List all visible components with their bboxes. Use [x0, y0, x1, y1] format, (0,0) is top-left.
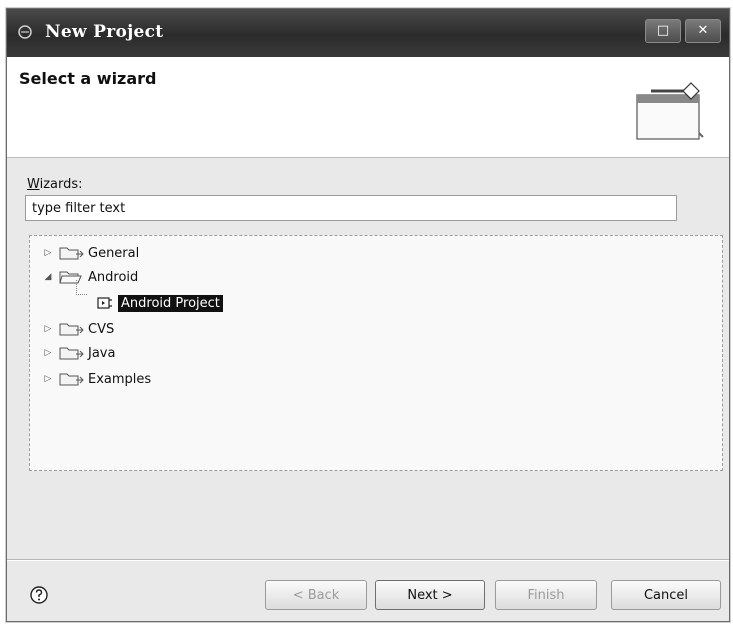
back-button[interactable]: < Back	[265, 580, 367, 610]
wizards-label-rest: izards:	[39, 177, 83, 192]
maximize-button[interactable]: □	[645, 19, 681, 43]
page-title: Select a wizard	[19, 69, 157, 88]
tree-item-cvs[interactable]: ▷ CVS	[42, 318, 115, 340]
folder-icon	[59, 347, 84, 360]
new-project-dialog: New Project □ ✕ Select a wizard Wizards:…	[6, 8, 730, 622]
cancel-button[interactable]: Cancel	[611, 580, 721, 610]
tree-item-label: Android	[88, 269, 139, 285]
expanded-triangle-icon[interactable]: ◢	[42, 271, 54, 283]
folder-icon	[59, 373, 84, 386]
folder-icon	[59, 323, 84, 336]
wizard-tree[interactable]: ▷ General ◢ Android Android Project ▷ CV…	[29, 235, 723, 471]
collapsed-triangle-icon[interactable]: ▷	[42, 247, 54, 259]
tree-item-android[interactable]: ◢ Android	[42, 266, 139, 288]
wizards-label: Wizards:	[27, 177, 83, 192]
next-button-label: Next >	[407, 587, 453, 603]
close-button[interactable]: ✕	[685, 19, 721, 43]
new-wizard-banner-icon	[636, 82, 704, 140]
tree-item-label: Java	[88, 345, 116, 361]
tree-item-android-project[interactable]: Android Project	[96, 292, 223, 314]
wizard-header: Select a wizard	[7, 57, 729, 158]
finish-button[interactable]: Finish	[495, 580, 597, 610]
folder-icon	[59, 247, 84, 260]
back-button-label: < Back	[292, 587, 340, 603]
tree-connector	[76, 280, 87, 295]
wizard-filter-input[interactable]	[25, 195, 677, 221]
next-button[interactable]: Next >	[375, 580, 485, 610]
wizards-label-mnemonic: W	[27, 177, 40, 192]
eclipse-app-icon	[18, 25, 32, 39]
tree-item-java[interactable]: ▷ Java	[42, 342, 116, 364]
footer-separator	[7, 559, 729, 560]
tree-item-label-selected: Android Project	[118, 294, 223, 312]
android-project-icon	[97, 297, 112, 309]
collapsed-triangle-icon[interactable]: ▷	[42, 347, 54, 359]
tree-item-general[interactable]: ▷ General	[42, 242, 140, 264]
cancel-button-label: Cancel	[643, 587, 689, 603]
finish-button-label: Finish	[527, 587, 565, 603]
collapsed-triangle-icon[interactable]: ▷	[42, 373, 54, 385]
tree-item-label: General	[88, 245, 140, 261]
tree-item-examples[interactable]: ▷ Examples	[42, 368, 152, 390]
title-bar[interactable]: New Project □ ✕	[7, 9, 729, 57]
help-icon[interactable]	[29, 585, 49, 605]
tree-item-label: CVS	[88, 321, 115, 337]
window-title: New Project	[45, 22, 164, 42]
tree-item-label: Examples	[88, 371, 152, 387]
window-controls: □ ✕	[641, 19, 721, 45]
collapsed-triangle-icon[interactable]: ▷	[42, 323, 54, 335]
